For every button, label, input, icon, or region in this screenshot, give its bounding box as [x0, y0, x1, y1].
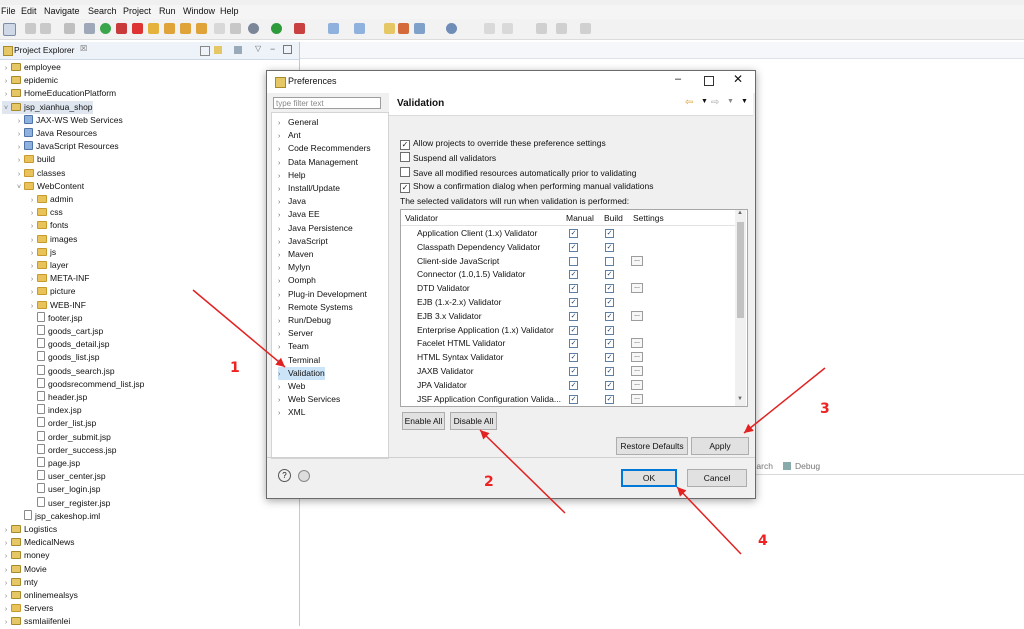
- annotation-number-1: 1: [230, 360, 240, 376]
- arrow-2: [479, 429, 566, 514]
- arrow-3: [743, 367, 826, 434]
- annotation-number-4: 4: [758, 533, 768, 549]
- annotation-arrows: [192, 289, 826, 555]
- annotation-number-2: 2: [484, 474, 494, 490]
- arrow-1: [192, 289, 286, 368]
- annotation-number-3: 3: [820, 401, 830, 417]
- arrow-4: [676, 486, 742, 555]
